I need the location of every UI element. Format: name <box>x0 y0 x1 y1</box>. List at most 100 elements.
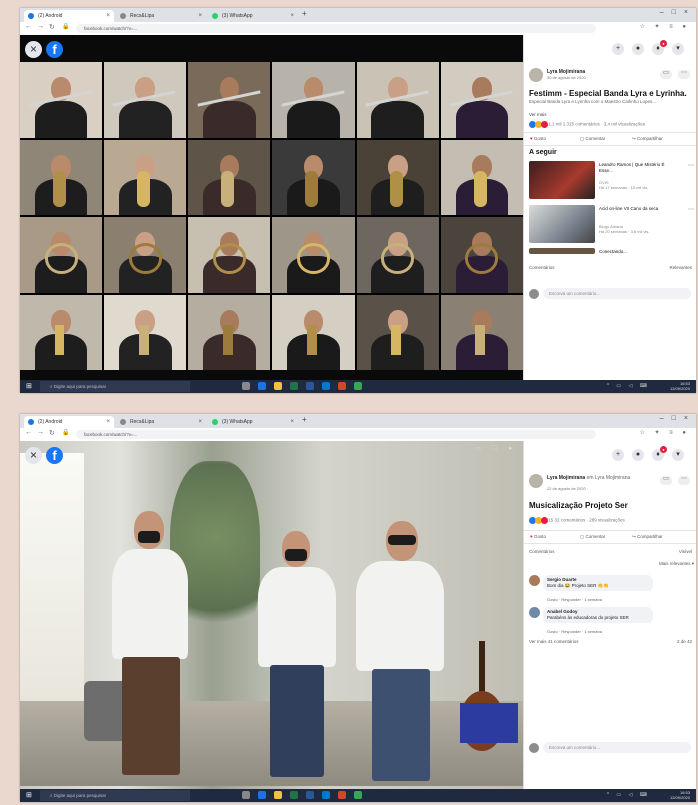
reaction-summary[interactable]: 15 32 comentários · 289 visualizações <box>529 517 625 524</box>
window-controls[interactable]: –□× <box>660 415 696 422</box>
post-author[interactable]: Lyra Mojimirana em Lyra Mojimirana <box>547 475 630 481</box>
outlook-icon[interactable] <box>322 791 330 799</box>
video-controls[interactable]: ▭ ⛶ ● <box>475 445 517 453</box>
comments-filter[interactable]: Visível <box>679 549 692 554</box>
see-more-comments[interactable]: Ver mais 41 comentários 2 de 42 <box>529 639 694 644</box>
taskbar-search[interactable]: ⌕ Digite aqui para pesquisar <box>40 790 190 801</box>
share-button[interactable]: ↪ Compartilhar <box>632 136 663 142</box>
windows-start-icon[interactable]: ⊞ <box>26 383 32 390</box>
new-tab-icon[interactable]: + <box>302 415 307 424</box>
video-thumbnail[interactable] <box>529 248 595 254</box>
suggested-title[interactable]: Conectando... <box>599 249 679 255</box>
excel-icon[interactable] <box>290 791 298 799</box>
suggested-title[interactable]: Acid on-line VII Cano da seca <box>599 206 679 212</box>
clock[interactable]: 16:53 12/09/2020 <box>670 381 690 391</box>
taskbar-search[interactable]: ⌕ Digite aqui para pesquisar <box>40 381 190 392</box>
avatar[interactable] <box>529 68 543 82</box>
more-options-icon[interactable]: ⋯ <box>688 206 694 213</box>
account-menu-icon[interactable]: ▾ <box>672 449 684 461</box>
reload-icon[interactable]: ↻ <box>49 429 55 437</box>
browser-extension-icons[interactable]: ☆ ✦ ≡ ● <box>639 23 690 30</box>
avatar[interactable] <box>529 607 540 618</box>
browser-tab[interactable]: (2) Android × <box>24 10 114 22</box>
file-explorer-icon[interactable] <box>274 382 282 390</box>
avatar[interactable] <box>529 575 540 586</box>
create-icon[interactable]: + <box>612 449 624 461</box>
video-player[interactable]: ▭ ⛶ ● × f <box>20 441 523 789</box>
system-tray-icons[interactable]: ^ ▭ ◁ ⌨ <box>607 383 650 389</box>
reload-icon[interactable]: ↻ <box>49 23 55 31</box>
browser-tab[interactable]: (3) WhatsApp × <box>208 10 298 22</box>
reaction-summary[interactable]: 1,1 mil 1.315 comentários · 3,4 mil visu… <box>529 121 645 128</box>
close-icon[interactable]: × <box>25 41 42 58</box>
tab-close-icon[interactable]: × <box>198 416 202 428</box>
back-icon[interactable]: ← <box>25 429 32 436</box>
share-button[interactable]: ↪ Compartilhar <box>632 534 663 540</box>
tab-close-icon[interactable]: × <box>198 10 202 22</box>
task-view-icon[interactable] <box>242 791 250 799</box>
like-button[interactable]: ♥ Gosto <box>530 136 546 141</box>
video-thumbnail[interactable] <box>529 205 595 243</box>
see-more-link[interactable]: Ver mais <box>529 112 547 117</box>
suggested-title[interactable]: Leandro Ramos | Que Mistério É Esse... <box>599 162 679 174</box>
edge-icon[interactable] <box>258 382 266 390</box>
forward-icon[interactable]: → <box>37 23 44 30</box>
suggested-video[interactable]: Acid on-line VII Cano da seca Bingo Amar… <box>529 205 694 245</box>
video-player[interactable]: × f <box>20 35 523 380</box>
video-thumbnail[interactable] <box>529 161 595 199</box>
close-icon[interactable]: × <box>25 447 42 464</box>
edge-icon[interactable] <box>258 791 266 799</box>
save-icon[interactable]: ▭ <box>660 70 672 79</box>
messenger-icon[interactable]: ● <box>632 449 644 461</box>
facebook-logo-icon[interactable]: f <box>46 41 63 58</box>
messenger-icon[interactable]: ● <box>632 43 644 55</box>
account-menu-icon[interactable]: ▾ <box>672 43 684 55</box>
browser-tab[interactable]: (2) Android × <box>24 416 114 428</box>
powerpoint-icon[interactable] <box>338 382 346 390</box>
tab-close-icon[interactable]: × <box>290 10 294 22</box>
chrome-icon[interactable] <box>354 382 362 390</box>
suggested-video[interactable]: Conectando... <box>529 248 694 256</box>
file-explorer-icon[interactable] <box>274 791 282 799</box>
outlook-icon[interactable] <box>322 382 330 390</box>
browser-tab[interactable]: Recs&Lipa × <box>116 416 206 428</box>
comment-input[interactable]: Escreva um comentário... <box>543 742 691 753</box>
word-icon[interactable] <box>306 382 314 390</box>
tab-close-icon[interactable]: × <box>106 416 110 428</box>
chrome-icon[interactable] <box>354 791 362 799</box>
url-field[interactable]: facebook.com/watch/?v=... <box>76 24 596 33</box>
clock[interactable]: 16:53 12/09/2020 <box>670 790 690 800</box>
excel-icon[interactable] <box>290 382 298 390</box>
more-options-icon[interactable]: ⋯ <box>688 162 694 169</box>
system-tray-icons[interactable]: ^ ▭ ◁ ⌨ <box>607 792 650 798</box>
forward-icon[interactable]: → <box>37 429 44 436</box>
like-button[interactable]: ♥ Gosto <box>530 534 546 539</box>
tab-close-icon[interactable]: × <box>290 416 294 428</box>
browser-tab[interactable]: Recs&Lipa × <box>116 10 206 22</box>
facebook-logo-icon[interactable]: f <box>46 447 63 464</box>
browser-tab[interactable]: (3) WhatsApp × <box>208 416 298 428</box>
windows-start-icon[interactable]: ⊞ <box>26 792 32 799</box>
comment-actions[interactable]: Gosto · Responder · 1 semana <box>547 597 602 602</box>
browser-extension-icons[interactable]: ☆ ✦ ≡ ● <box>639 429 690 436</box>
save-icon[interactable]: ▭ <box>660 476 672 485</box>
comments-filter[interactable]: Relevantes <box>669 265 692 270</box>
comment-button[interactable]: ▢ Comentar <box>580 136 605 142</box>
back-icon[interactable]: ← <box>25 23 32 30</box>
comment-button[interactable]: ▢ Comentar <box>580 534 605 540</box>
more-options-icon[interactable]: ⋯ <box>678 476 690 485</box>
task-view-icon[interactable] <box>242 382 250 390</box>
url-field[interactable]: facebook.com/watch/?v=... <box>76 430 596 439</box>
avatar[interactable] <box>529 474 543 488</box>
powerpoint-icon[interactable] <box>338 791 346 799</box>
tab-close-icon[interactable]: × <box>106 10 110 22</box>
word-icon[interactable] <box>306 791 314 799</box>
suggested-video[interactable]: Leandro Ramos | Que Mistério É Esse... O… <box>529 161 694 201</box>
window-controls[interactable]: –□× <box>660 9 696 16</box>
comment-actions[interactable]: Gosto · Responder · 1 semana <box>547 629 602 634</box>
comments-sort[interactable]: Mais relevantes ▾ <box>529 561 694 567</box>
comment-input[interactable]: Escreva um comentário... <box>543 288 691 299</box>
create-icon[interactable]: + <box>612 43 624 55</box>
more-options-icon[interactable]: ⋯ <box>678 70 690 79</box>
new-tab-icon[interactable]: + <box>302 9 307 18</box>
